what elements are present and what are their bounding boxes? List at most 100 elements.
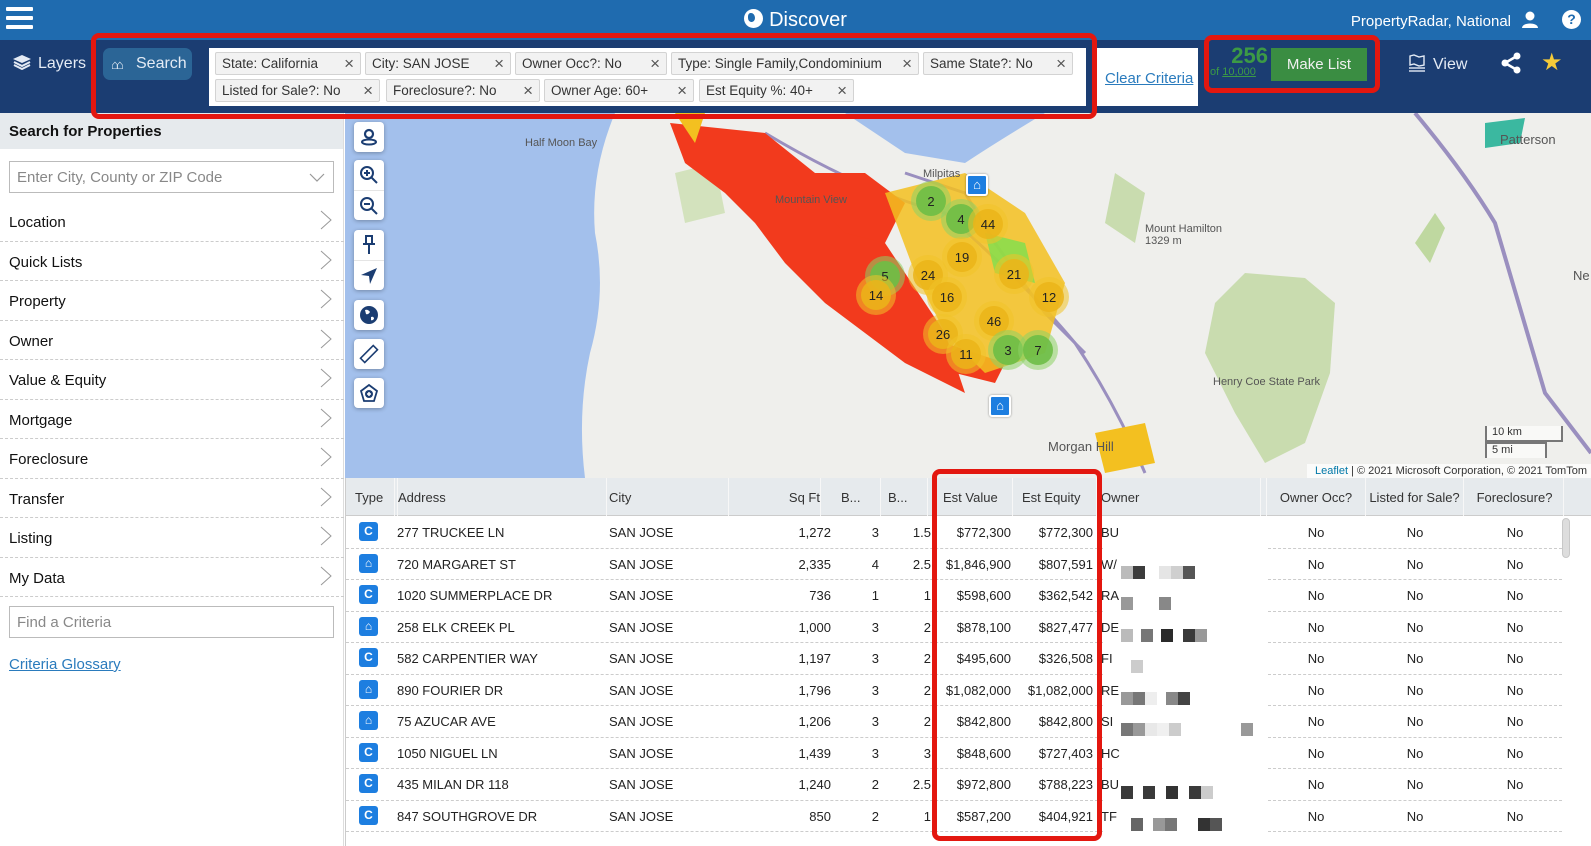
column-beds[interactable]: B... [841,478,881,516]
table-row[interactable]: C 582 CARPENTIER WAY SAN JOSE 1,197 3 2 $495,6… [346,643,1591,675]
column-listed-for-sale[interactable]: Listed for Sale? [1366,478,1464,516]
criteria-chip[interactable]: Same State?: No × [923,52,1073,75]
table-row[interactable]: C 435 MILAN DR 118 SAN JOSE 1,240 2 2.5 $972,8… [346,769,1591,801]
location-pin-icon[interactable] [354,122,384,152]
remove-icon[interactable]: × [494,54,504,74]
help-icon[interactable]: ? [1562,10,1581,29]
cell-city: SAN JOSE [609,619,674,635]
cell-listed: No [1406,745,1424,761]
remove-icon[interactable]: × [837,81,847,101]
sidebar-item-mortgage[interactable]: Mortgage [0,400,344,439]
column-sqft[interactable]: Sq Ft [731,478,821,516]
table-row[interactable]: ⌂ 720 MARGARET ST SAN JOSE 2,335 4 2.5 $1,846,… [346,549,1591,580]
condo-icon: C [359,805,378,825]
cell-owner: RA [1101,588,1120,603]
sidebar-item-location[interactable]: Location [0,202,344,242]
star-icon[interactable]: ★ [1541,48,1563,77]
map-cluster[interactable]: 7 [1018,330,1058,370]
map[interactable]: Half Moon Bay Mountain View Milpitas Mou… [345,113,1591,478]
criteria-chip[interactable]: Est Equity %: 40+ × [699,79,854,102]
chevron-down-icon[interactable] [309,173,325,183]
result-limit-link[interactable]: 10,000 [1222,66,1256,78]
criteria-chip[interactable]: Owner Age: 60+ × [544,79,694,102]
criteria-chip[interactable]: Owner Occ?: No × [515,52,667,75]
remove-icon[interactable]: × [363,81,373,101]
sidebar-item-property[interactable]: Property [0,281,344,321]
criteria-chip[interactable]: City: SAN JOSE × [365,52,511,75]
sidebar-item-my-data[interactable]: My Data [0,558,344,597]
redacted-owner-block [1121,723,1133,736]
sidebar-item-owner[interactable]: Owner [0,321,344,360]
table-row[interactable]: C 277 TRUCKEE LN SAN JOSE 1,272 3 1.5 $772,300… [346,517,1591,549]
remove-icon[interactable]: × [902,54,912,74]
column-city[interactable]: City [609,478,729,516]
criteria-chip[interactable]: Foreclosure?: No × [386,79,540,102]
user-icon[interactable] [1521,11,1539,29]
remove-icon[interactable]: × [677,81,687,101]
column-owner[interactable]: Owner [1101,478,1261,516]
leaflet-link[interactable]: Leaflet [1315,465,1348,477]
column-foreclosure[interactable]: Foreclosure? [1466,478,1564,516]
locate-control[interactable] [354,122,384,152]
table-row[interactable]: ⌂ 258 ELK CREEK PL SAN JOSE 1,000 3 2 $878,100… [346,612,1591,643]
criteria-chip[interactable]: Listed for Sale?: No × [215,79,380,102]
cell-est-value: $972,800 [956,777,1011,792]
table-row[interactable]: ⌂ 890 FOURIER DR SAN JOSE 1,796 3 2 $1,082,000… [346,675,1591,706]
globe-icon[interactable] [354,300,384,330]
location-search-input[interactable]: Enter City, County or ZIP Code [9,161,334,193]
table-row[interactable]: C 1050 NIGUEL LN SAN JOSE 1,439 3 3 $848,600 $7… [346,738,1591,769]
clear-criteria-link[interactable]: Clear Criteria [1105,70,1193,87]
table-row[interactable]: ⌂ 75 AZUCAR AVE SAN JOSE 1,206 3 2 $842,800 $84… [346,706,1591,738]
polygon-add-icon[interactable] [354,378,384,408]
remove-icon[interactable]: × [344,54,354,74]
ruler-icon[interactable] [354,339,384,369]
layers-button[interactable]: Layers [12,54,86,73]
cell-city: SAN JOSE [609,682,674,698]
map-cluster[interactable]: 16 [927,277,967,317]
cell-foreclosure: No [1506,525,1524,540]
map-cluster[interactable]: 44 [968,204,1008,244]
cell-address: 1020 SUMMERPLACE DR [397,588,553,603]
criteria-chip[interactable]: State: California × [215,52,361,75]
sidebar-item-transfer[interactable]: Transfer [0,479,344,518]
map-label-mountain-view: Mountain View [775,194,847,206]
column-est-equity[interactable]: Est Equity [1022,478,1097,516]
sidebar-item-value-equity[interactable]: Value & Equity [0,360,344,400]
criteria-glossary-link[interactable]: Criteria Glossary [9,656,121,673]
table-row[interactable]: C 1020 SUMMERPLACE DR SAN JOSE 736 1 1 $598,60… [346,580,1591,612]
navigate-icon[interactable] [354,260,384,290]
search-button[interactable]: ⌂⌂ Search [103,48,192,80]
column-owner-occ[interactable]: Owner Occ? [1266,478,1366,516]
map-cluster[interactable]: 14 [856,275,896,315]
map-cluster[interactable]: 11 [946,334,986,374]
remove-icon[interactable]: × [1056,54,1066,74]
view-button[interactable]: View [1408,54,1467,74]
redacted-owner-block [1121,628,1133,642]
table-scrollbar[interactable] [1562,518,1570,558]
criteria-chip[interactable]: Type: Single Family,Condominium × [671,52,919,75]
find-criteria-input[interactable]: Find a Criteria [9,606,334,638]
map-cluster[interactable]: 12 [1029,277,1069,317]
cell-owner-occ: No [1307,525,1325,540]
zoom-in-icon[interactable] [354,160,384,190]
column-baths[interactable]: B... [888,478,928,516]
account-name[interactable]: PropertyRadar, National [1351,13,1511,30]
remove-icon[interactable]: × [523,81,533,101]
remove-icon[interactable]: × [650,54,660,74]
column-est-value[interactable]: Est Value [943,478,1013,516]
home-marker-icon[interactable]: ⌂ [966,174,988,196]
home-marker-icon[interactable]: ⌂ [989,395,1011,417]
sidebar-item-quick-lists[interactable]: Quick Lists [0,242,344,281]
make-list-button[interactable]: Make List [1271,48,1367,81]
sidebar-item-listing[interactable]: Listing [0,518,344,558]
column-address[interactable]: Address [397,478,607,516]
zoom-out-icon[interactable] [354,190,384,220]
table-row[interactable]: C 847 SOUTHGROVE DR SAN JOSE 850 2 1 $587,200 $… [346,801,1591,832]
column-type[interactable]: Type [355,478,395,516]
share-icon[interactable] [1500,52,1522,74]
sidebar-item-foreclosure[interactable]: Foreclosure [0,439,344,479]
cell-address: 75 AZUCAR AVE [397,714,496,729]
map-cluster[interactable]: 21 [994,254,1034,294]
map-cluster[interactable]: 19 [942,237,982,277]
pushpin-icon[interactable] [354,230,384,260]
